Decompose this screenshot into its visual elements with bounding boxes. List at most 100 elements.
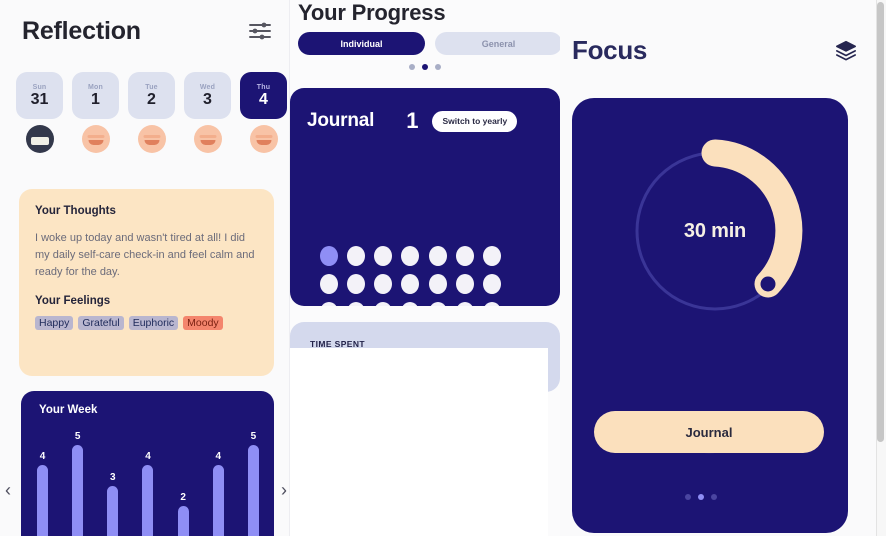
mood-slot[interactable]: [16, 124, 63, 154]
day-card-tue[interactable]: Tue 2: [128, 72, 175, 119]
bar-column: 4: [37, 429, 48, 536]
journal-day-dot[interactable]: [347, 274, 366, 294]
scrollbar-thumb[interactable]: [877, 2, 884, 442]
mood-happy-icon: [137, 125, 166, 153]
journal-day-dot[interactable]: [347, 246, 366, 266]
app-root: Reflection Sun 31 Mon 1 Tue 2 Wed 3 Thu …: [0, 0, 886, 536]
journal-day-dot[interactable]: [428, 274, 447, 294]
timer-dial[interactable]: 30 min: [620, 136, 810, 326]
day-card-wed[interactable]: Wed 3: [184, 72, 231, 119]
thoughts-title: Your Thoughts: [35, 205, 116, 217]
carousel-dot-active[interactable]: [422, 64, 428, 70]
day-name: Mon: [88, 83, 103, 91]
journal-day-dot[interactable]: [320, 246, 338, 266]
journal-day-dot[interactable]: [401, 246, 420, 266]
feeling-tag[interactable]: Euphoric: [128, 316, 179, 331]
journal-day-dot[interactable]: [482, 246, 501, 266]
day-number: 4: [259, 90, 268, 108]
bar-column: 5: [247, 429, 259, 536]
journal-day-dot[interactable]: [455, 246, 474, 266]
carousel-dot[interactable]: [685, 494, 691, 500]
journal-day-dot[interactable]: [455, 302, 474, 306]
your-week-title: Your Week: [39, 404, 98, 416]
day-card-sun[interactable]: Sun 31: [16, 72, 63, 119]
focus-timer-card: 30 min JL Journal: [572, 98, 848, 533]
journal-day-dot[interactable]: [428, 246, 447, 266]
your-week-card: Your Week 4 5 3 4 2 4 5: [21, 391, 274, 536]
journal-day-dot[interactable]: [428, 302, 447, 306]
journal-dot-grid: [320, 246, 502, 306]
bar-value-label: 5: [250, 431, 257, 442]
focus-header: Focus: [572, 28, 857, 72]
journal-day-dot[interactable]: [320, 274, 338, 294]
prev-arrow-icon[interactable]: ‹: [5, 481, 11, 499]
feeling-tag[interactable]: Grateful: [78, 316, 124, 331]
mood-slot[interactable]: [184, 124, 231, 154]
sliders-icon[interactable]: [248, 20, 272, 42]
journal-card: Journal 1 Switch to yearly: [290, 88, 560, 306]
layers-icon[interactable]: [835, 39, 857, 61]
mood-happy-icon: [193, 125, 222, 153]
carousel-dot-active[interactable]: [698, 494, 704, 500]
journal-day-dot[interactable]: [482, 302, 501, 306]
day-name: Thu: [256, 83, 271, 91]
bar-column: 3: [107, 429, 119, 536]
progress-title: Your Progress: [298, 0, 446, 25]
carousel-dot[interactable]: [435, 64, 441, 70]
feelings-title: Your Feelings: [35, 295, 111, 308]
mood-happy-icon: [81, 125, 110, 153]
journal-day-dot[interactable]: [482, 274, 501, 294]
scrollbar-track[interactable]: [876, 0, 886, 536]
carousel-dot[interactable]: [711, 494, 717, 500]
bar-value-label: 5: [74, 431, 81, 442]
day-card-thu[interactable]: Thu 4: [240, 72, 287, 119]
journal-day-dot[interactable]: [347, 302, 366, 306]
bar: [247, 445, 259, 536]
day-selector: Sun 31 Mon 1 Tue 2 Wed 3 Thu 4: [16, 72, 290, 120]
progress-panel: Your Progress Individual General Journal…: [290, 0, 572, 536]
bar-value-label: 3: [110, 472, 116, 483]
reflection-header: Reflection: [22, 10, 272, 52]
mood-row: [16, 124, 290, 156]
bar-column: 2: [177, 429, 189, 536]
mood-slot[interactable]: [240, 124, 287, 154]
feeling-tag[interactable]: Happy: [35, 316, 74, 331]
journal-button[interactable]: Journal: [594, 411, 824, 453]
focus-title: Focus: [572, 34, 648, 65]
mood-slot[interactable]: [72, 124, 119, 154]
next-arrow-icon[interactable]: ›: [281, 481, 287, 499]
journal-day-dot[interactable]: [401, 274, 420, 294]
journal-day-dot[interactable]: [455, 274, 474, 294]
day-card-mon[interactable]: Mon 1: [72, 72, 119, 119]
tab-general[interactable]: General: [435, 32, 562, 55]
journal-day-dot[interactable]: [401, 302, 420, 306]
journal-label: Journal: [307, 110, 375, 131]
journal-day-dot[interactable]: [374, 246, 393, 266]
mood-slot[interactable]: [128, 124, 175, 154]
day-name: Sun: [32, 83, 47, 91]
timer-value: 30 min: [683, 219, 747, 242]
thoughts-body: I woke up today and wasn't tired at all!…: [35, 232, 255, 279]
bar-column: 4: [212, 429, 224, 536]
switch-to-yearly-button[interactable]: Switch to yearly: [432, 110, 518, 132]
bar: [37, 465, 48, 536]
journal-day-dot[interactable]: [320, 302, 338, 306]
tab-individual[interactable]: Individual: [298, 32, 425, 55]
journal-day-dot[interactable]: [374, 274, 393, 294]
journal-day-dot[interactable]: [374, 302, 393, 306]
page-title: Reflection: [22, 16, 141, 45]
bar: [142, 465, 154, 536]
feelings-tag-row: Happy Grateful Euphoric Moody: [35, 316, 258, 331]
feeling-tag[interactable]: Moody: [183, 316, 223, 331]
day-name: Tue: [145, 83, 158, 91]
bar-value-label: 2: [180, 492, 186, 503]
progress-carousel-dots: [409, 64, 441, 70]
bar-column: 5: [72, 429, 84, 536]
progress-scope-toggle: Individual General: [298, 32, 564, 55]
carousel-dot[interactable]: [409, 64, 415, 70]
day-name: Wed: [199, 83, 216, 91]
focus-carousel-dots: [685, 494, 717, 500]
bar-value-label: 4: [39, 451, 46, 462]
bar: [212, 465, 224, 536]
bar: [177, 506, 189, 536]
